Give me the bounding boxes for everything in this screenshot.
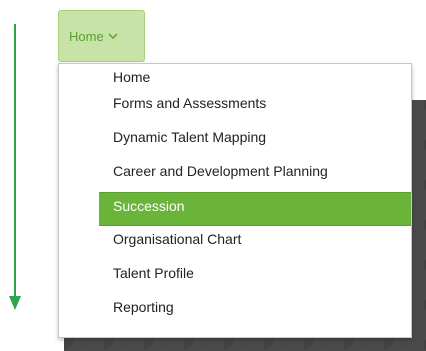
arrow-down-icon (9, 24, 21, 310)
menu-item-home[interactable]: Home (99, 65, 411, 90)
chevron-down-icon (108, 33, 118, 39)
menu-item-reporting[interactable]: Reporting (99, 294, 411, 328)
page: Home Home Forms and Assessments Dynamic … (0, 0, 426, 351)
home-dropdown-menu: Home Forms and Assessments Dynamic Talen… (58, 63, 412, 338)
home-dropdown-button[interactable]: Home (58, 10, 145, 62)
menu-item-career-and-development-planning[interactable]: Career and Development Planning (99, 158, 411, 192)
menu-item-dynamic-talent-mapping[interactable]: Dynamic Talent Mapping (99, 124, 411, 158)
home-dropdown-label: Home (69, 28, 104, 44)
menu-item-forms-and-assessments[interactable]: Forms and Assessments (99, 90, 411, 124)
menu-item-talent-profile[interactable]: Talent Profile (99, 260, 411, 294)
menu-item-organisational-chart[interactable]: Organisational Chart (99, 226, 411, 260)
menu-item-succession[interactable]: Succession (99, 192, 411, 226)
